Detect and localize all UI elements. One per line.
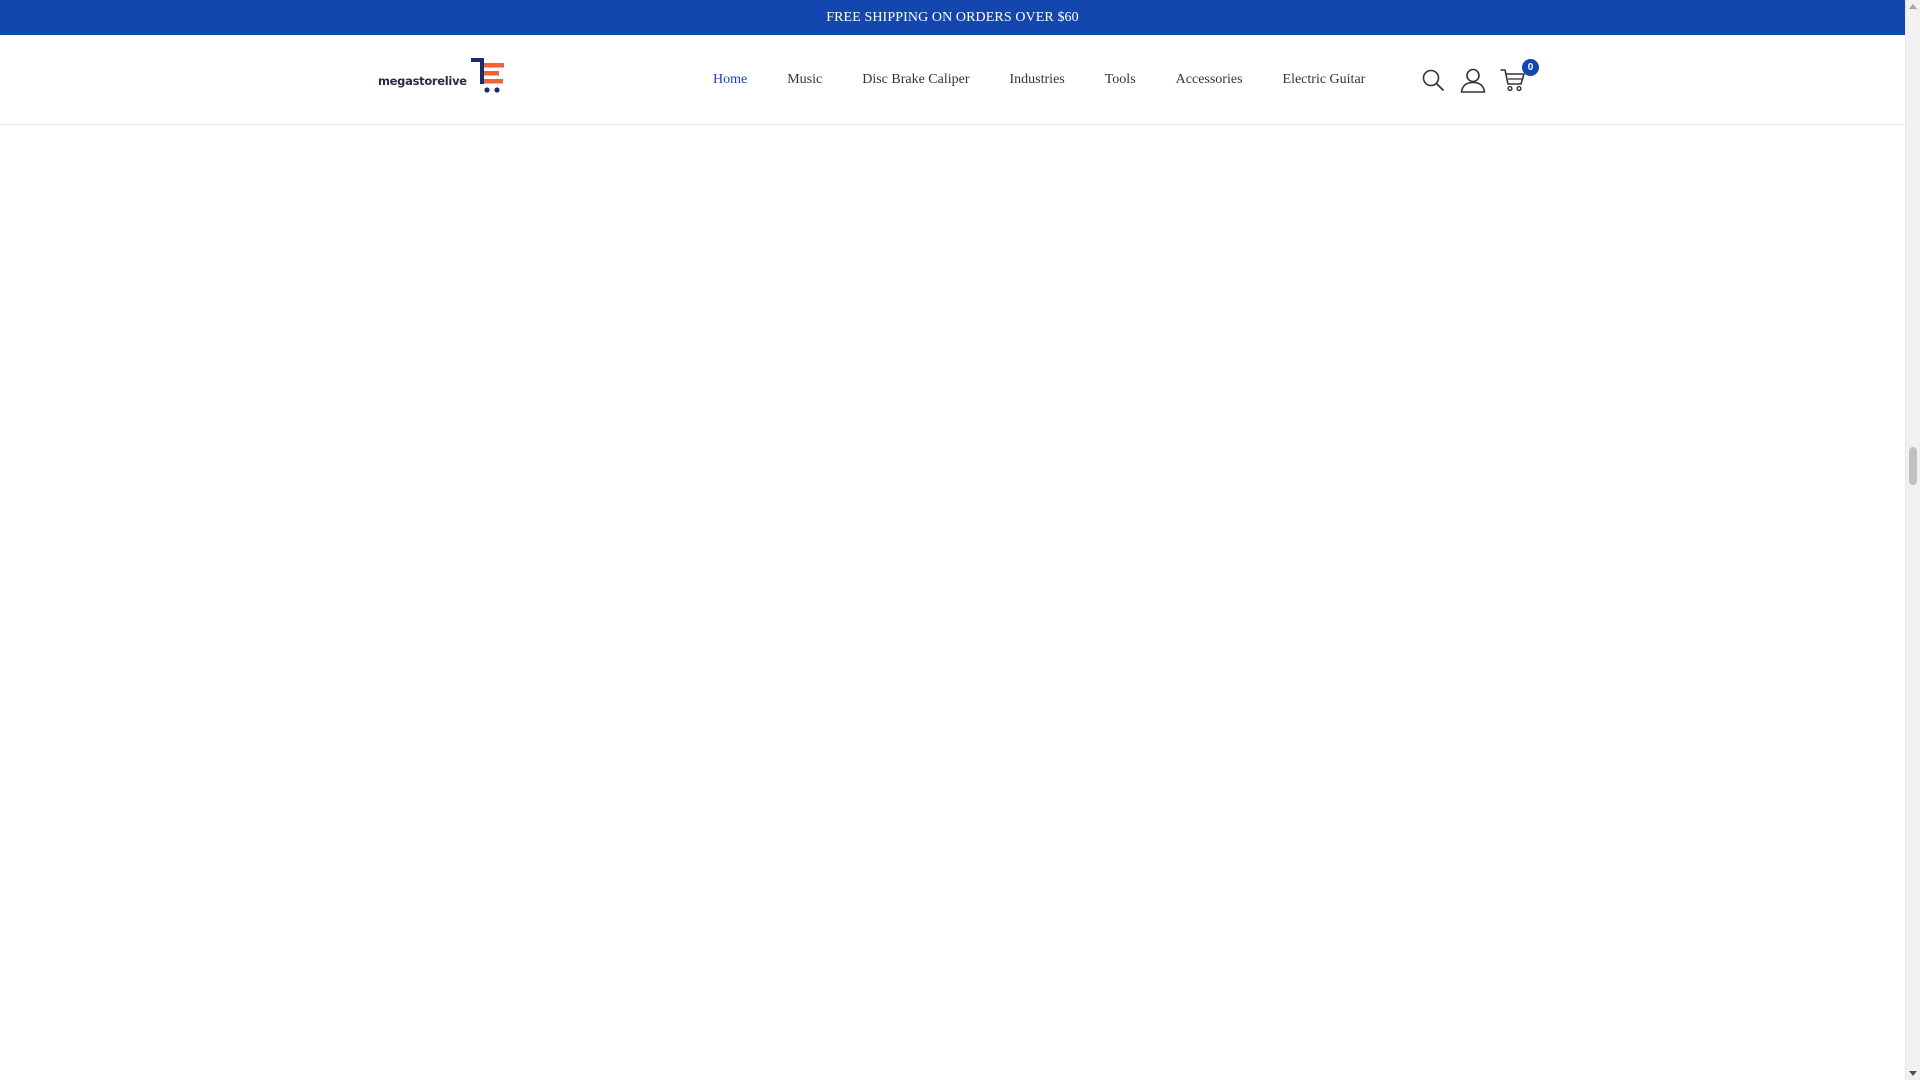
nav-industries[interactable]: Industries [1010,72,1065,88]
user-icon[interactable] [1459,66,1487,94]
cart-logo-icon [469,57,507,100]
logo-text: megastorelive [378,74,467,88]
scroll-up-arrow-icon[interactable] [1909,4,1917,9]
scrollbar-thumb[interactable] [1909,447,1917,485]
page: FREE SHIPPING ON ORDERS OVER $60 megasto… [0,0,1905,1080]
nav-tools[interactable]: Tools [1105,72,1136,88]
nav-music[interactable]: Music [787,72,822,88]
nav-home[interactable]: Home [713,72,747,88]
main-nav: Home Music Disc Brake Caliper Industries… [713,35,1365,125]
header-icons: 0 [1419,35,1539,125]
search-icon[interactable] [1419,66,1447,94]
nav-disc-brake-caliper[interactable]: Disc Brake Caliper [862,72,969,88]
nav-electric-guitar[interactable]: Electric Guitar [1283,72,1366,88]
store-logo[interactable]: megastorelive [378,57,504,98]
main-content [0,125,1905,1080]
scroll-down-arrow-icon[interactable] [1909,1071,1917,1076]
cart-icon[interactable]: 0 [1499,59,1539,94]
cart-count-badge: 0 [1522,59,1539,76]
announcement-text: FREE SHIPPING ON ORDERS OVER $60 [826,9,1079,25]
nav-accessories[interactable]: Accessories [1176,72,1243,88]
site-header: megastorelive Home Music Disc Brake Cali… [0,35,1905,125]
page-scrollbar[interactable] [1905,0,1920,1080]
announcement-bar: FREE SHIPPING ON ORDERS OVER $60 [0,0,1905,35]
